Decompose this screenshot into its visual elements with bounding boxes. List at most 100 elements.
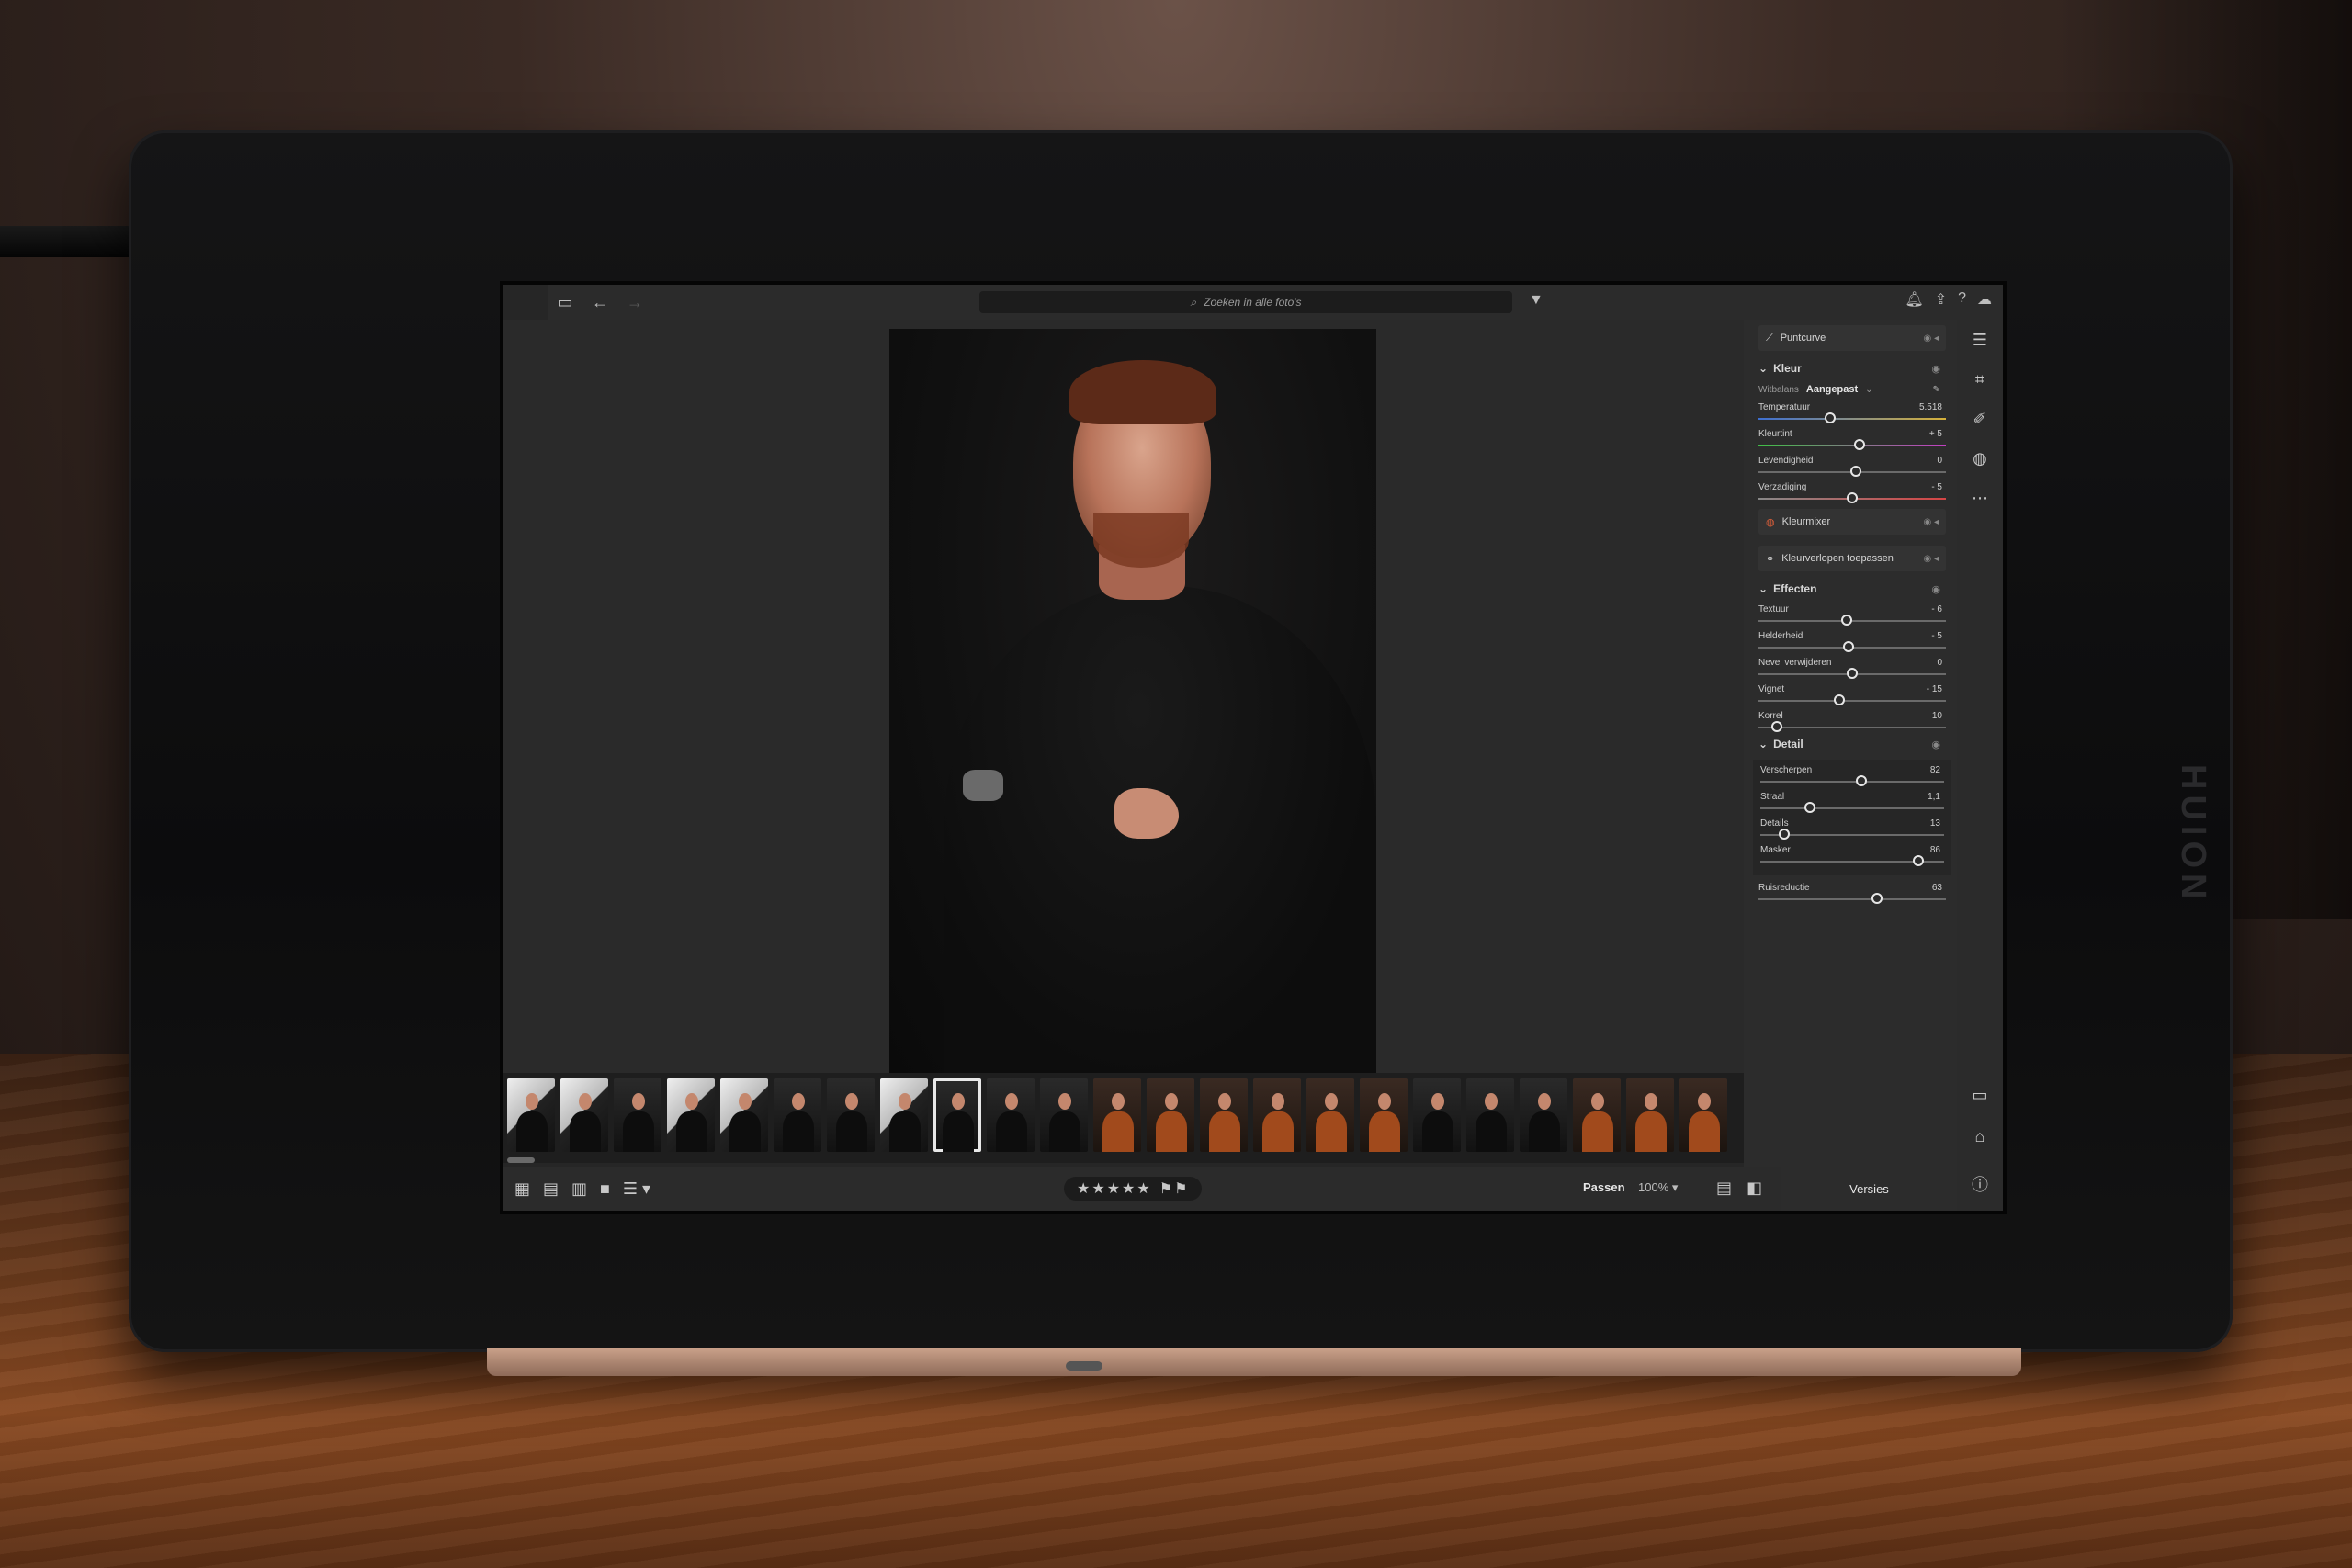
slider-knob[interactable] — [1771, 721, 1783, 732]
slider-verzadiging[interactable]: Verzadiging - 5 — [1758, 482, 1946, 503]
slider-verscherpen[interactable]: Verscherpen 82 — [1760, 765, 1944, 786]
masking-icon[interactable]: ◍ — [1973, 449, 1987, 468]
slider-knob[interactable] — [1913, 855, 1924, 866]
slider-value[interactable]: - 15 — [1927, 684, 1942, 694]
eye-icon[interactable]: ◉ ◂ — [1923, 517, 1939, 527]
slider-track[interactable] — [1760, 829, 1944, 840]
slider-details[interactable]: Details 13 — [1760, 818, 1944, 840]
crop-icon[interactable]: ⌗ — [1975, 370, 1984, 389]
slider-levendigheid[interactable]: Levendigheid 0 — [1758, 456, 1946, 477]
slider-track[interactable] — [1758, 893, 1946, 904]
filmstrip-thumbnail[interactable] — [1679, 1078, 1727, 1152]
slider-value[interactable]: 0 — [1937, 456, 1942, 466]
bell-icon[interactable]: 🔔︎ — [1905, 290, 1923, 309]
slider-knob[interactable] — [1854, 439, 1866, 450]
filmstrip-thumbnail[interactable] — [667, 1078, 715, 1152]
rating-and-flags[interactable]: ★★★★★ ⚑⚑ — [1064, 1177, 1203, 1201]
filmstrip-thumbnail[interactable] — [1093, 1078, 1141, 1152]
more-icon[interactable]: ⋯ — [1972, 489, 1988, 508]
section-kleurverlopen[interactable]: ⚭ Kleurverlopen toepassen ◉ ◂ — [1758, 546, 1946, 571]
search-input[interactable]: ⌕ Zoeken in alle foto's — [979, 291, 1512, 313]
slider-kleurtint[interactable]: Kleurtint + 5 — [1758, 429, 1946, 450]
slider-track[interactable] — [1758, 412, 1946, 423]
slider-track[interactable] — [1760, 855, 1944, 866]
sidebar-toggle-icon[interactable]: ▭ — [548, 293, 582, 312]
slider-knob[interactable] — [1871, 893, 1883, 904]
slider-value[interactable]: - 5 — [1931, 631, 1942, 641]
sort-icon[interactable]: ☰ ▾ — [623, 1179, 650, 1199]
slider-value[interactable]: 5.518 — [1919, 402, 1942, 412]
filmstrip-thumbnail[interactable] — [1573, 1078, 1621, 1152]
slider-track[interactable] — [1758, 615, 1946, 626]
slider-track[interactable] — [1760, 775, 1944, 786]
slider-value[interactable]: 0 — [1937, 658, 1942, 668]
filmstrip-thumbnail[interactable] — [1413, 1078, 1461, 1152]
healing-brush-icon[interactable]: ✐ — [1973, 410, 1986, 429]
back-arrow-icon[interactable]: ← — [582, 293, 617, 312]
filmstrip-thumbnail[interactable] — [933, 1078, 981, 1152]
filmstrip-toggle-icon[interactable]: ▤ — [1716, 1179, 1732, 1198]
section-kleur-header[interactable]: ⌄ Kleur ◉ — [1758, 362, 1946, 375]
filmstrip-thumbnail[interactable] — [827, 1078, 875, 1152]
eye-icon[interactable]: ◉ — [1931, 583, 1940, 595]
eye-icon[interactable]: ◉ — [1931, 363, 1940, 375]
slider-knob[interactable] — [1804, 802, 1815, 813]
help-icon[interactable]: ? — [1958, 290, 1966, 309]
slider-korrel[interactable]: Korrel 10 — [1758, 711, 1946, 732]
fit-button[interactable]: Passen — [1583, 1180, 1625, 1194]
slider-vignet[interactable]: Vignet - 15 — [1758, 684, 1946, 705]
compare-view-icon[interactable]: ◧ — [1747, 1179, 1762, 1198]
filmstrip-thumbnail[interactable] — [720, 1078, 768, 1152]
slider-value[interactable]: 82 — [1930, 765, 1940, 775]
slider-knob[interactable] — [1824, 412, 1836, 423]
filmstrip-thumbnail[interactable] — [1360, 1078, 1408, 1152]
versions-button[interactable]: Versies — [1781, 1167, 1957, 1211]
slider-value[interactable]: 63 — [1932, 883, 1942, 893]
filmstrip-thumbnail[interactable] — [1306, 1078, 1354, 1152]
slider-value[interactable]: + 5 — [1929, 429, 1942, 439]
slider-nevel-verwijderen[interactable]: Nevel verwijderen 0 — [1758, 658, 1946, 679]
filmstrip-thumbnail[interactable] — [987, 1078, 1035, 1152]
filmstrip-thumbnail[interactable] — [1200, 1078, 1248, 1152]
cloud-icon[interactable]: ☁ — [1977, 290, 1992, 309]
filmstrip[interactable] — [503, 1073, 1781, 1163]
slider-value[interactable]: - 5 — [1931, 482, 1942, 492]
zoom-dropdown[interactable]: 100% ▾ — [1638, 1180, 1678, 1195]
filmstrip-thumbnail[interactable] — [614, 1078, 662, 1152]
slider-track[interactable] — [1758, 492, 1946, 503]
white-balance-row[interactable]: Witbalans Aangepast ⌄ ✎ — [1758, 384, 1946, 395]
slider-temperatuur[interactable]: Temperatuur 5.518 — [1758, 402, 1946, 423]
grid-small-icon[interactable]: ▦ — [514, 1179, 530, 1199]
slider-knob[interactable] — [1840, 615, 1852, 626]
star-rating[interactable]: ★★★★★ — [1077, 1179, 1152, 1198]
filmstrip-thumbnail[interactable] — [1520, 1078, 1567, 1152]
eyedropper-icon[interactable]: ✎ — [1933, 385, 1940, 395]
flag-icon[interactable]: ⚑⚑ — [1159, 1179, 1190, 1198]
slider-track[interactable] — [1758, 439, 1946, 450]
share-icon[interactable]: ⇪ — [1935, 290, 1947, 309]
forward-arrow-icon[interactable]: → — [617, 293, 652, 312]
slider-value[interactable]: 13 — [1930, 818, 1940, 829]
filmstrip-thumbnail[interactable] — [880, 1078, 928, 1152]
slider-value[interactable]: 1,1 — [1928, 792, 1940, 802]
section-puntcurve[interactable]: ⟋ Puntcurve ◉ ◂ — [1758, 325, 1946, 351]
grid-large-icon[interactable]: ▥ — [571, 1179, 587, 1199]
filmstrip-thumbnail[interactable] — [1253, 1078, 1301, 1152]
filmstrip-thumbnail[interactable] — [1147, 1078, 1194, 1152]
slider-track[interactable] — [1758, 694, 1946, 705]
tag-icon[interactable]: ⌂ — [1975, 1127, 1985, 1146]
slider-knob[interactable] — [1850, 466, 1862, 477]
slider-track[interactable] — [1758, 641, 1946, 652]
slider-straal[interactable]: Straal 1,1 — [1760, 792, 1944, 813]
eye-icon[interactable]: ◉ ◂ — [1923, 333, 1939, 344]
grid-medium-icon[interactable]: ▤ — [543, 1179, 559, 1199]
slider-track[interactable] — [1758, 668, 1946, 679]
filmstrip-thumbnail[interactable] — [1466, 1078, 1514, 1152]
slider-knob[interactable] — [1842, 641, 1854, 652]
filmstrip-thumbnail[interactable] — [560, 1078, 608, 1152]
filmstrip-scrollbar[interactable] — [507, 1157, 535, 1163]
slider-knob[interactable] — [1833, 694, 1845, 705]
wb-value[interactable]: Aangepast — [1806, 384, 1858, 395]
slider-knob[interactable] — [1847, 492, 1858, 503]
slider-value[interactable]: 86 — [1930, 845, 1940, 855]
